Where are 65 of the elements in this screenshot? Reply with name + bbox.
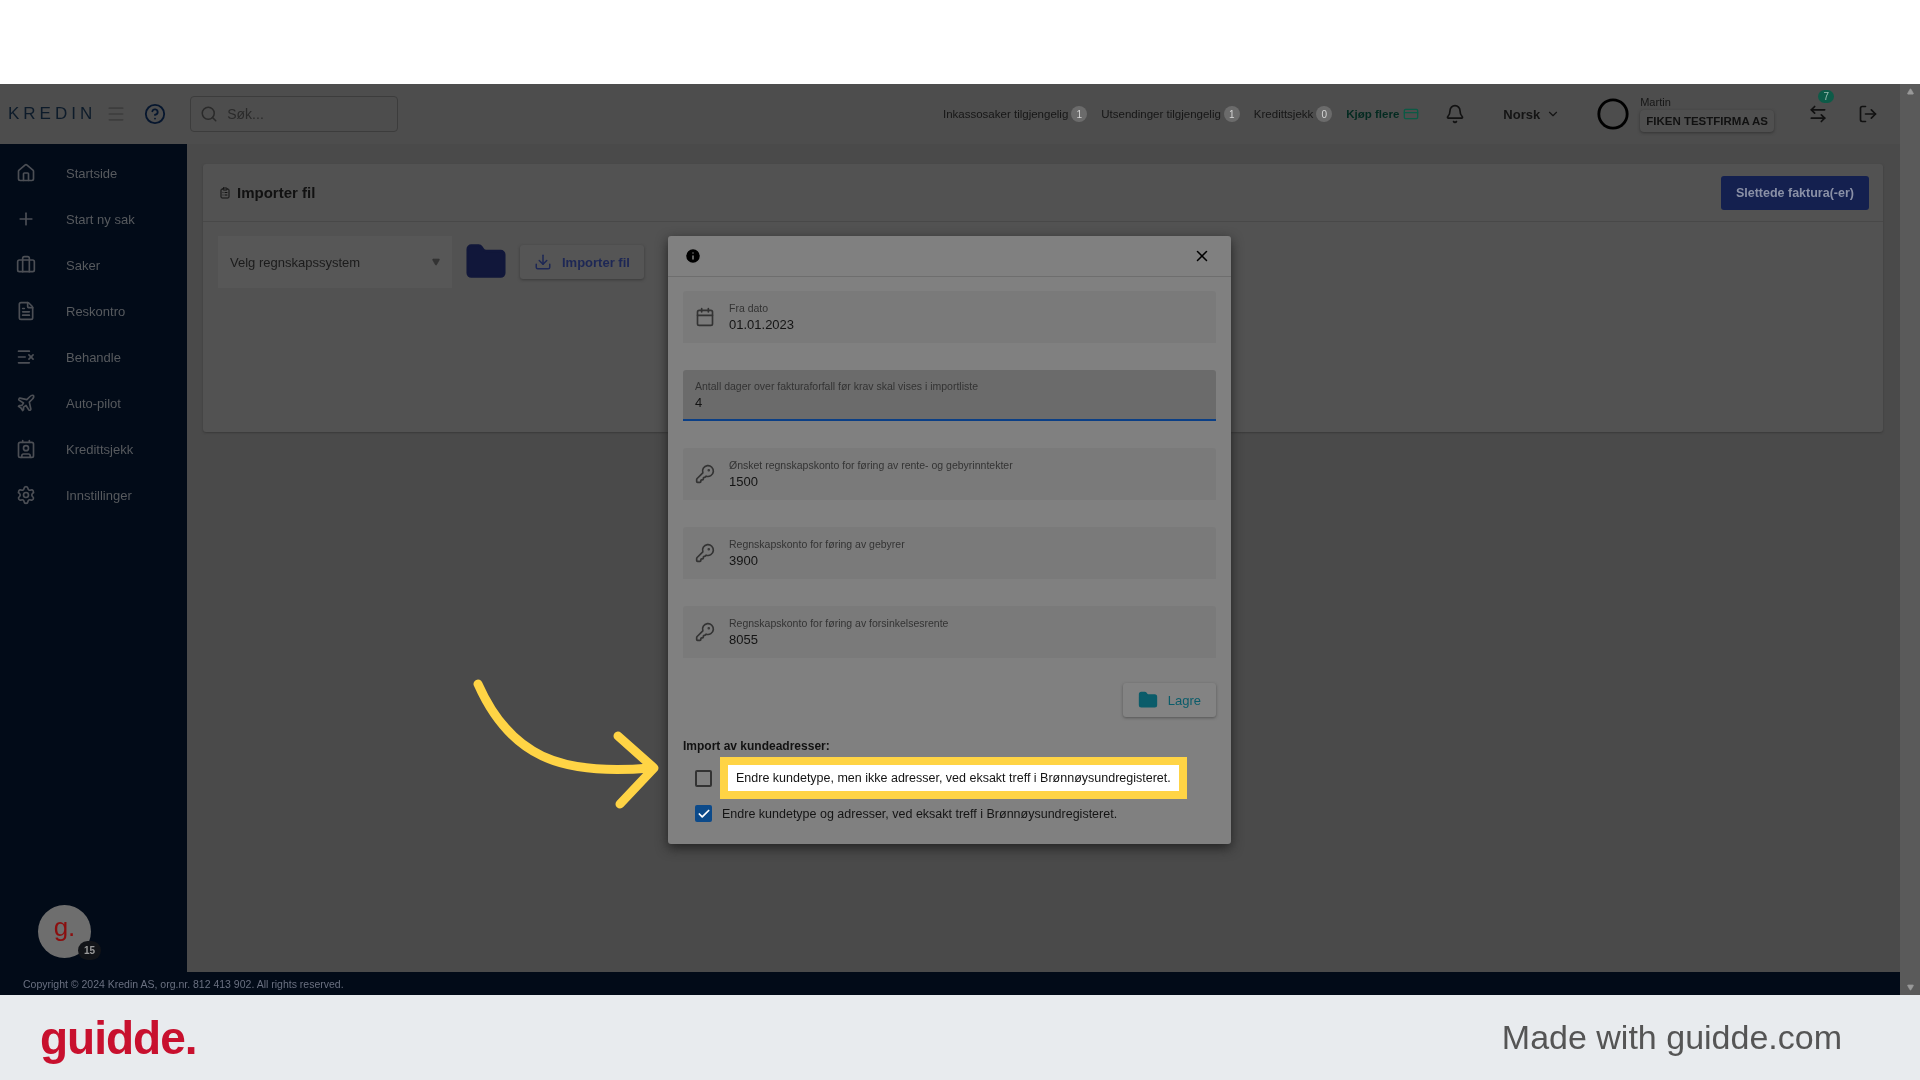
count-badge: 1: [1223, 106, 1240, 122]
scroll-down-icon[interactable]: [1906, 984, 1914, 991]
info-icon[interactable]: [684, 247, 702, 265]
sidebar-item[interactable]: Reskontro: [0, 288, 187, 334]
document-icon: [16, 301, 36, 321]
accounting-system-select[interactable]: Velg regnskapssystem: [218, 236, 452, 288]
copyright-text: Copyright © 2024 Kredin AS, org.nr. 812 413 902. All rights reserved.: [0, 972, 1900, 995]
calendar-icon: [695, 307, 715, 327]
deleted-invoices-button[interactable]: Slettede faktura(-er): [1720, 175, 1869, 210]
section-heading: Import av kundeadresser:: [683, 739, 831, 753]
save-button[interactable]: Lagre: [1122, 683, 1216, 717]
kredin-logo[interactable]: KREDIN: [8, 104, 97, 124]
count-badge: 0: [1316, 106, 1333, 122]
sidebar-item[interactable]: Behandle: [0, 334, 187, 380]
scrollbar[interactable]: [1900, 84, 1920, 995]
count-badge: 1: [1071, 106, 1088, 122]
field-label: Regnskapskonto for føring av forsinkelsesrente: [729, 617, 950, 629]
list-x-icon: [16, 347, 36, 367]
option-label: Endre kundetype og adresser, ved eksakt treff i Brønnøysundregisteret.: [722, 806, 1118, 821]
input-field[interactable]: 3900: [729, 553, 1169, 568]
language-select[interactable]: Norsk: [1497, 105, 1567, 123]
sidebar-item[interactable]: Saker: [0, 242, 187, 288]
buy-more-link[interactable]: Kjøp flere: [1346, 106, 1420, 122]
notification-badge: 7: [1818, 90, 1834, 103]
sidebar-item[interactable]: Startside: [0, 150, 187, 196]
contact-card-icon: [16, 439, 36, 459]
home-icon: [16, 163, 36, 183]
brand-tagline: Made with guidde.com: [1501, 1018, 1842, 1057]
field-label: Ønsket regnskapskonto for føring av rente- og gebyrinntekter: [729, 459, 1014, 471]
avatar-badge: 15: [78, 941, 102, 960]
logout-icon[interactable]: [1858, 104, 1878, 124]
sidebar-item[interactable]: Start ny sak: [0, 196, 187, 242]
field-label: Regnskapskonto for føring av gebyrer: [729, 538, 906, 550]
user-avatar-icon[interactable]: [1596, 97, 1631, 131]
switch-icon[interactable]: [1808, 104, 1828, 124]
clipboard-icon: [219, 186, 231, 199]
key-icon: [695, 622, 715, 642]
dropdown-arrow-icon: [432, 258, 440, 266]
card-icon: [1403, 106, 1420, 122]
search-icon: [200, 105, 219, 123]
download-icon: [534, 253, 552, 271]
input-field[interactable]: 4: [695, 394, 1135, 410]
folder-icon: [1137, 690, 1158, 710]
input-field[interactable]: 1500: [729, 474, 1169, 489]
sidebar-item[interactable]: Innstillinger: [0, 472, 187, 518]
input-field[interactable]: 8055: [729, 632, 1169, 647]
sidebar-item[interactable]: Kredittsjekk: [0, 426, 187, 472]
scroll-up-icon[interactable]: [1906, 88, 1914, 95]
notifications-icon[interactable]: [1445, 104, 1466, 124]
brand-logo: guidde.: [40, 1010, 197, 1065]
input-field[interactable]: 01.01.2023: [729, 317, 1169, 332]
checkbox[interactable]: [695, 769, 712, 787]
sidebar-item[interactable]: Auto-pilot: [0, 380, 187, 426]
key-icon: [695, 464, 715, 484]
briefcase-icon: [16, 255, 36, 275]
checkbox[interactable]: [695, 805, 712, 822]
import-file-button[interactable]: Importer fil: [520, 245, 644, 279]
settings-icon: [16, 485, 36, 505]
field-label: Fra dato: [729, 302, 770, 314]
help-icon[interactable]: [144, 103, 167, 125]
option-label: Endre kundetype, men ikke adresser, ved eksakt treff i Brønnøysundregisteret.: [720, 757, 1187, 799]
key-icon: [695, 543, 715, 563]
card-title: Importer fil: [237, 184, 316, 201]
plane-icon: [16, 393, 36, 413]
company-button[interactable]: FIKEN TESTFIRMA AS: [1640, 110, 1774, 132]
